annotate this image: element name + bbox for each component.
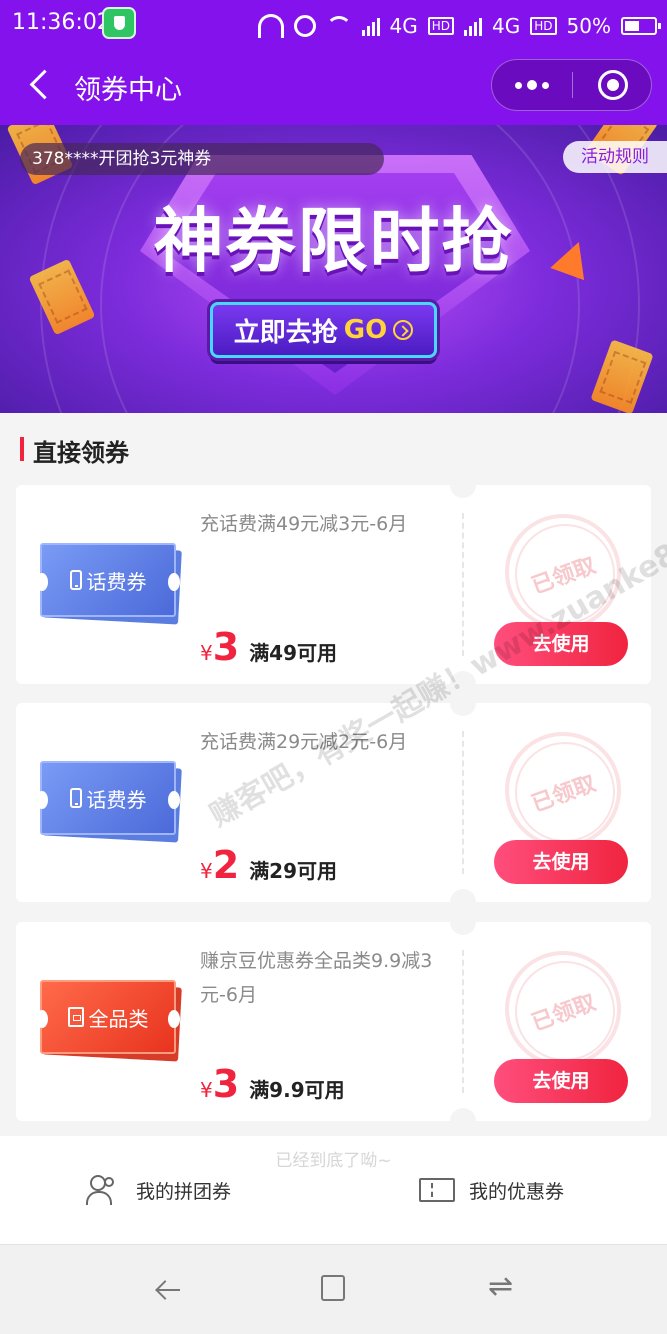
more-menu-button[interactable] — [492, 60, 571, 110]
section-title: 直接领券 — [33, 439, 129, 467]
activity-rules-button[interactable]: 活动规则 — [563, 141, 667, 173]
claimed-stamp-text: 已领取 — [528, 990, 600, 1037]
use-coupon-button[interactable]: 去使用 — [494, 1059, 628, 1103]
security-app-icon — [102, 7, 136, 39]
card-divider — [462, 513, 464, 656]
coupon-tag: 话费券 — [86, 569, 147, 594]
top-header: 11:36:02 4G HD 4G HD 50% 领券中心 — [0, 0, 667, 125]
page-title: 领券中心 — [74, 75, 182, 106]
network-type-2: 4G — [492, 14, 521, 38]
coupon-condition: 满29可用 — [249, 859, 338, 883]
card-notch — [450, 1108, 476, 1134]
hd-badge: HD — [427, 17, 455, 35]
use-coupon-button[interactable]: 去使用 — [494, 840, 628, 884]
phone-bill-coupon-image: 话费券 — [36, 543, 182, 625]
currency-symbol: ¥ — [200, 641, 213, 665]
all-category-coupon-image: 全品类 — [36, 980, 182, 1062]
users-icon — [86, 1175, 122, 1205]
card-divider — [462, 731, 464, 874]
card-divider — [462, 950, 464, 1093]
system-switch-button[interactable] — [486, 1269, 516, 1305]
my-coupons-label: 我的优惠券 — [469, 1180, 565, 1203]
currency-symbol: ¥ — [200, 859, 213, 883]
grab-now-button[interactable]: 立即去抢 GO — [210, 302, 437, 358]
bottom-bar: 已经到底了呦~ 我的拼团券 我的优惠券 — [0, 1136, 667, 1244]
miniapp-capsule — [491, 59, 652, 111]
phone-bill-coupon-image: 话费券 — [36, 761, 182, 843]
system-nav-bar — [0, 1244, 667, 1334]
coupon-tag: 话费券 — [86, 787, 147, 812]
currency-symbol: ¥ — [200, 1078, 213, 1102]
capsule-divider — [572, 72, 573, 98]
ticket-icon — [67, 1007, 84, 1027]
nav-bar: 领券中心 — [0, 48, 667, 125]
status-time: 11:36:02 — [12, 10, 111, 35]
battery-percent: 50% — [566, 14, 611, 38]
phone-icon — [69, 788, 82, 808]
coupon-price: ¥ 3 满49可用 — [200, 625, 337, 669]
back-button[interactable] — [24, 68, 60, 104]
coupon-icon — [419, 1178, 455, 1202]
status-bar: 11:36:02 4G HD 4G HD 50% — [0, 0, 667, 48]
headset-icon — [257, 14, 284, 38]
coupon-description: 赚京豆优惠券全品类9.9减3元-6月 — [200, 950, 433, 1006]
signal-icon — [361, 16, 380, 36]
coupon-amount: 3 — [212, 1062, 240, 1106]
network-type: 4G — [389, 14, 418, 38]
card-notch — [450, 909, 476, 935]
coupon-condition: 满9.9可用 — [249, 1078, 345, 1102]
coupon-description: 充话费满49元减3元-6月 — [200, 513, 408, 535]
claimed-stamp-text: 已领取 — [528, 771, 600, 818]
coupon-condition: 满49可用 — [249, 641, 338, 665]
phone-icon — [69, 570, 82, 590]
card-notch — [450, 472, 476, 498]
battery-icon — [621, 17, 661, 35]
promo-banner[interactable]: 神券限时抢 立即去抢 GO 378****开团抢3元神券 活动规则 — [0, 125, 667, 413]
system-home-button[interactable] — [321, 1275, 345, 1301]
my-group-coupons-button[interactable]: 我的拼团券 — [86, 1170, 231, 1210]
claimed-stamp: 已领取 — [505, 732, 621, 848]
close-miniapp-button[interactable] — [598, 70, 628, 100]
coupon-price: ¥ 3 满9.9可用 — [200, 1062, 345, 1106]
system-back-button[interactable] — [152, 1275, 182, 1305]
coupon-card: 全品类 赚京豆优惠券全品类9.9减3元-6月 ¥ 3 满9.9可用 已领取 去使… — [16, 909, 651, 1134]
go-label: GO — [343, 315, 388, 345]
arrow-right-icon — [393, 320, 414, 340]
activity-marquee: 378****开团抢3元神券 — [20, 143, 384, 175]
signal-icon-2 — [464, 16, 483, 36]
coupon-amount: 2 — [212, 843, 240, 887]
alarm-icon — [293, 15, 316, 37]
claimed-stamp: 已领取 — [505, 951, 621, 1067]
coupon-amount: 3 — [212, 625, 240, 669]
my-coupons-button[interactable]: 我的优惠券 — [419, 1170, 564, 1210]
status-icons: 4G HD 4G HD 50% — [257, 10, 661, 42]
my-group-coupons-label: 我的拼团券 — [136, 1180, 232, 1203]
coupon-price: ¥ 2 满29可用 — [200, 843, 337, 887]
hd-badge-2: HD — [530, 17, 557, 35]
coupon-tag: 全品类 — [88, 1006, 149, 1031]
end-of-list-tip: 已经到底了呦~ — [275, 1151, 392, 1171]
section-accent-bar — [20, 437, 24, 461]
banner-headline: 神券限时抢 — [153, 200, 514, 282]
wifi-icon — [325, 16, 352, 42]
grab-now-label: 立即去抢 — [233, 317, 338, 348]
section-header: 直接领券 — [0, 413, 667, 483]
coupon-card: 话费券 充话费满49元减3元-6月 ¥ 3 满49可用 已领取 去使用 — [16, 472, 651, 697]
